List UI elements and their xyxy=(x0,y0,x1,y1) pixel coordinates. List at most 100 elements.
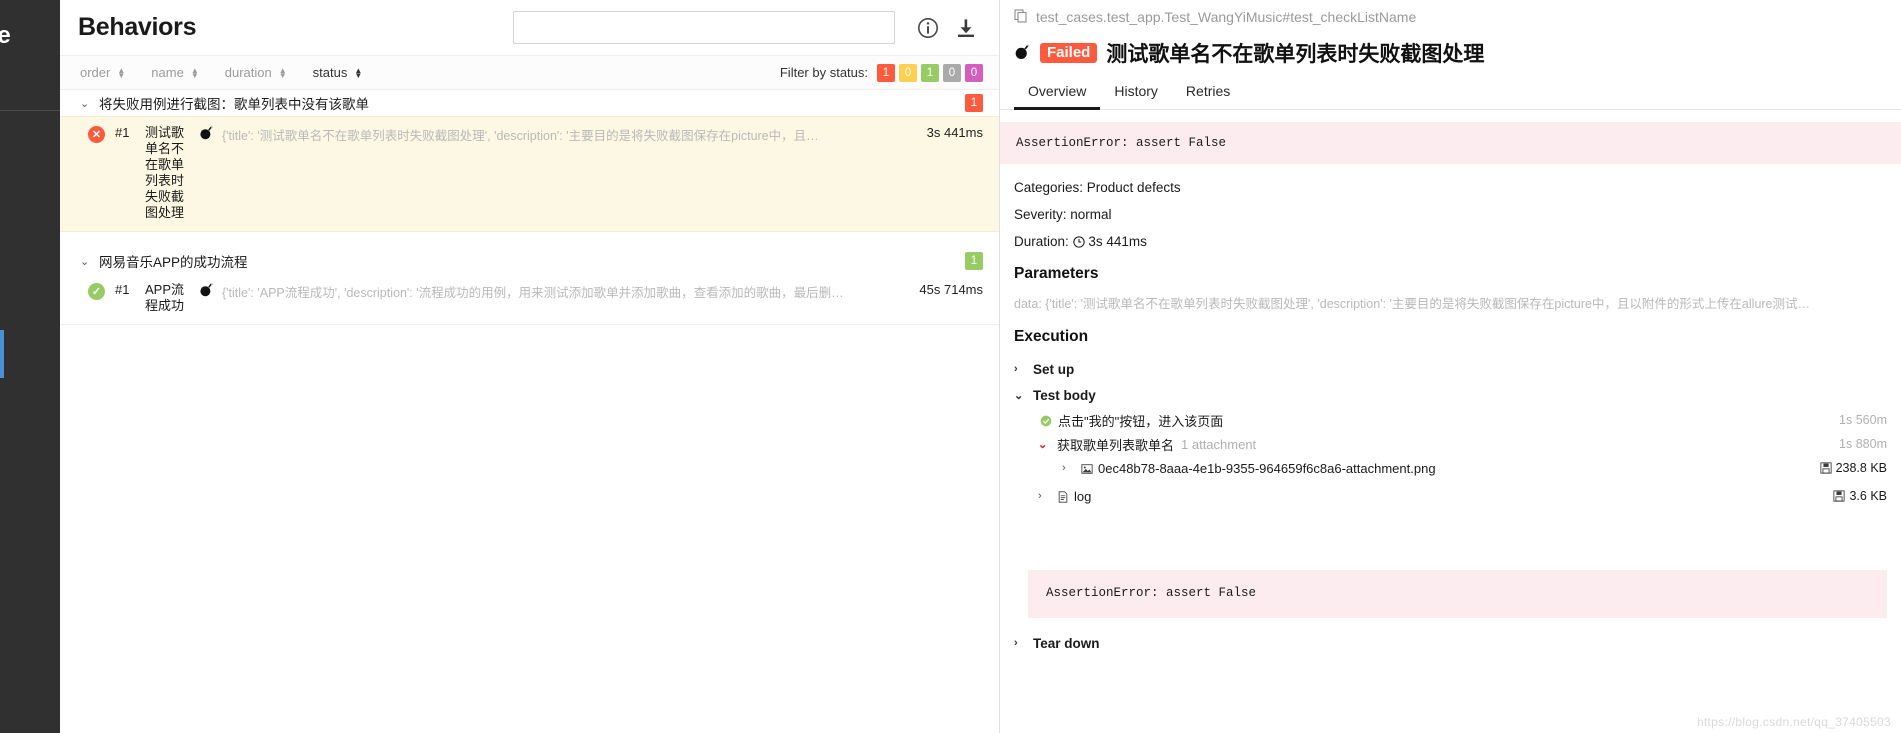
chevron-right-icon: › xyxy=(1062,462,1066,474)
error-message-top: AssertionError: assert False xyxy=(1000,122,1901,164)
tab-retries[interactable]: Retries xyxy=(1172,78,1244,110)
bomb-icon xyxy=(1014,43,1031,63)
step-passed[interactable]: 点击"我的"按钮，进入该页面 1s 560m xyxy=(1014,408,1901,432)
status-filter-label: Filter by status: xyxy=(779,65,868,80)
sort-duration-label: duration xyxy=(224,65,272,80)
parameters-heading: Parameters xyxy=(1014,265,1099,282)
detail-tabs: Overview History Retries xyxy=(1000,78,1901,110)
image-file-icon xyxy=(1081,461,1093,476)
sort-name[interactable]: name ▲ ▼ xyxy=(151,65,198,80)
execution-heading: Execution xyxy=(1014,328,1089,345)
left-nav: re s xyxy=(0,0,60,733)
detail-title: 测试歌单名不在歌单列表时失败截图处理 xyxy=(1106,43,1485,66)
meta-categories: Categories: Product defects xyxy=(1014,180,1181,195)
row-order: #1 xyxy=(115,282,130,297)
filter-badge-unknown[interactable]: 0 xyxy=(965,63,983,82)
app-root: re s Behaviors xyxy=(0,0,1901,733)
filter-badge-skipped[interactable]: 0 xyxy=(943,63,961,82)
step-passed-label: 点击"我的"按钮，进入该页面 xyxy=(1058,413,1224,429)
sort-status-arrows: ▲ ▼ xyxy=(354,65,363,80)
section-tear-down-label: Tear down xyxy=(1033,635,1100,651)
row-name: APP流程成功 xyxy=(145,282,185,313)
meta-duration-label: Duration: xyxy=(1014,234,1069,249)
detail-title-row: Failed 测试歌单名不在歌单列表时失败截图处理 xyxy=(1000,34,1901,78)
tree-group-count: 1 xyxy=(965,94,983,112)
watermark: https://blog.csdn.net/qq_37405503 xyxy=(1696,715,1891,729)
tree-group-label: 将失败用例进行截图：歌单列表中没有该歌单 xyxy=(99,97,369,112)
section-tear-down[interactable]: › Tear down xyxy=(1014,630,1901,656)
header-icon-group xyxy=(917,17,977,39)
search-input[interactable] xyxy=(513,11,895,44)
results-pane: Behaviors order ▲ ▼ name ▲ ▼ duration ▲ … xyxy=(60,0,1000,733)
step-failed-label: 获取歌单列表歌单名 xyxy=(1057,437,1175,453)
parameter-row: data: {'title': '测试歌单名不在歌单列表时失败截图处理', 'd… xyxy=(1000,293,1901,312)
status-passed-icon xyxy=(1040,413,1052,428)
brand-logo: re xyxy=(0,22,11,49)
sort-duration[interactable]: duration ▲ ▼ xyxy=(225,65,287,80)
status-passed-icon: ✓ xyxy=(88,283,105,300)
sort-status[interactable]: status ▲ ▼ xyxy=(313,65,363,80)
copy-icon[interactable] xyxy=(1014,8,1028,26)
sort-order-label: order xyxy=(80,65,111,80)
section-set-up-label: Set up xyxy=(1033,361,1075,377)
results-tree: ⌄ 将失败用例进行截图：歌单列表中没有该歌单 1 ✕ #1 测试歌单名不在歌单列… xyxy=(60,90,999,733)
step-passed-time: 1s 560m xyxy=(1839,413,1887,427)
meta-duration-value: 3s 441ms xyxy=(1088,234,1147,249)
attachment-size-wrap: 238.8 KB xyxy=(1819,461,1887,475)
tab-overview[interactable]: Overview xyxy=(1014,78,1101,110)
table-row[interactable]: ✕ #1 测试歌单名不在歌单列表时失败截图处理 {'title': '测试歌单名… xyxy=(60,116,999,232)
sort-name-arrows: ▲ ▼ xyxy=(190,65,199,80)
tree-group-count: 1 xyxy=(965,252,983,270)
page-title: Behaviors xyxy=(78,13,197,41)
section-test-body[interactable]: ⌄ Test body xyxy=(1014,382,1901,408)
step-attachment-note: 1 attachment xyxy=(1181,436,1257,452)
tree-group-header[interactable]: ⌄ 将失败用例进行截图：歌单列表中没有该歌单 1 xyxy=(60,90,999,116)
sort-duration-arrows: ▲ ▼ xyxy=(278,65,287,80)
save-icon xyxy=(1819,461,1832,475)
log-label: log xyxy=(1074,488,1092,504)
error-message-bottom: AssertionError: assert False xyxy=(1028,570,1887,618)
tree-group-label: 网易音乐APP的成功流程 xyxy=(99,255,248,270)
results-header: Behaviors xyxy=(60,0,999,56)
section-set-up[interactable]: › Set up xyxy=(1014,356,1901,382)
meta-duration: Duration: 3s 441ms xyxy=(1014,234,1901,249)
row-duration: 45s 714ms xyxy=(919,282,983,297)
row-description: {'title': '测试歌单名不在歌单列表时失败截图处理', 'descrip… xyxy=(222,129,819,143)
row-order: #1 xyxy=(115,125,130,140)
breadcrumb: test_cases.test_app.Test_WangYiMusic#tes… xyxy=(1000,0,1901,34)
table-row[interactable]: ✓ #1 APP流程成功 {'title': 'APP流程成功', 'descr… xyxy=(60,274,999,325)
row-duration: 3s 441ms xyxy=(926,125,983,140)
row-description: {'title': 'APP流程成功', 'description': '流程成… xyxy=(222,286,844,300)
detail-meta: Categories: Product defects Severity: no… xyxy=(1000,164,1901,249)
sort-order[interactable]: order ▲ ▼ xyxy=(80,65,125,80)
log-size: 3.6 KB xyxy=(1849,489,1887,503)
sort-toolbar: order ▲ ▼ name ▲ ▼ duration ▲ ▼ status ▲ ▼ F… xyxy=(60,56,999,90)
sort-order-arrows: ▲ ▼ xyxy=(117,65,126,80)
attachment-row[interactable]: › 0ec48b78-8aaa-4e1b-9355-964659f6c8a6-a… xyxy=(1014,456,1901,480)
execution-sections: › Set up ⌄ Test body 点击"我的"按钮，进入该页面 1s 5… xyxy=(1000,356,1901,656)
filter-badge-failed[interactable]: 1 xyxy=(877,63,895,82)
download-icon[interactable] xyxy=(955,17,977,39)
log-row[interactable]: › log 3.6 KB xyxy=(1014,484,1901,508)
sort-status-label: status xyxy=(312,65,348,80)
chevron-right-icon: › xyxy=(1014,637,1018,649)
tree-group-header[interactable]: ⌄ 网易音乐APP的成功流程 1 xyxy=(60,248,999,274)
breadcrumb-text: test_cases.test_app.Test_WangYiMusic#tes… xyxy=(1036,9,1417,25)
tab-history[interactable]: History xyxy=(1100,78,1172,110)
log-file-icon xyxy=(1057,489,1069,504)
sort-name-label: name xyxy=(151,65,184,80)
filter-badge-passed[interactable]: 1 xyxy=(921,63,939,82)
info-icon[interactable] xyxy=(917,17,939,39)
nav-selected-indicator xyxy=(0,330,4,378)
step-failed[interactable]: ⌄ 获取歌单列表歌单名 1 attachment 1s 880m xyxy=(1014,432,1901,456)
clock-icon xyxy=(1072,234,1089,249)
status-filter: Filter by status: 1 0 1 0 0 xyxy=(779,63,983,82)
status-badge: Failed xyxy=(1040,43,1098,63)
bomb-icon xyxy=(199,125,214,143)
chevron-down-icon: ⌄ xyxy=(80,255,90,268)
test-body-steps: 点击"我的"按钮，进入该页面 1s 560m ⌄ 获取歌单列表歌单名 1 att… xyxy=(1014,408,1901,508)
chevron-down-icon: ⌄ xyxy=(80,97,90,110)
filter-badge-broken[interactable]: 0 xyxy=(899,63,917,82)
status-failed-icon: ✕ xyxy=(88,126,105,143)
bomb-icon xyxy=(199,282,214,300)
